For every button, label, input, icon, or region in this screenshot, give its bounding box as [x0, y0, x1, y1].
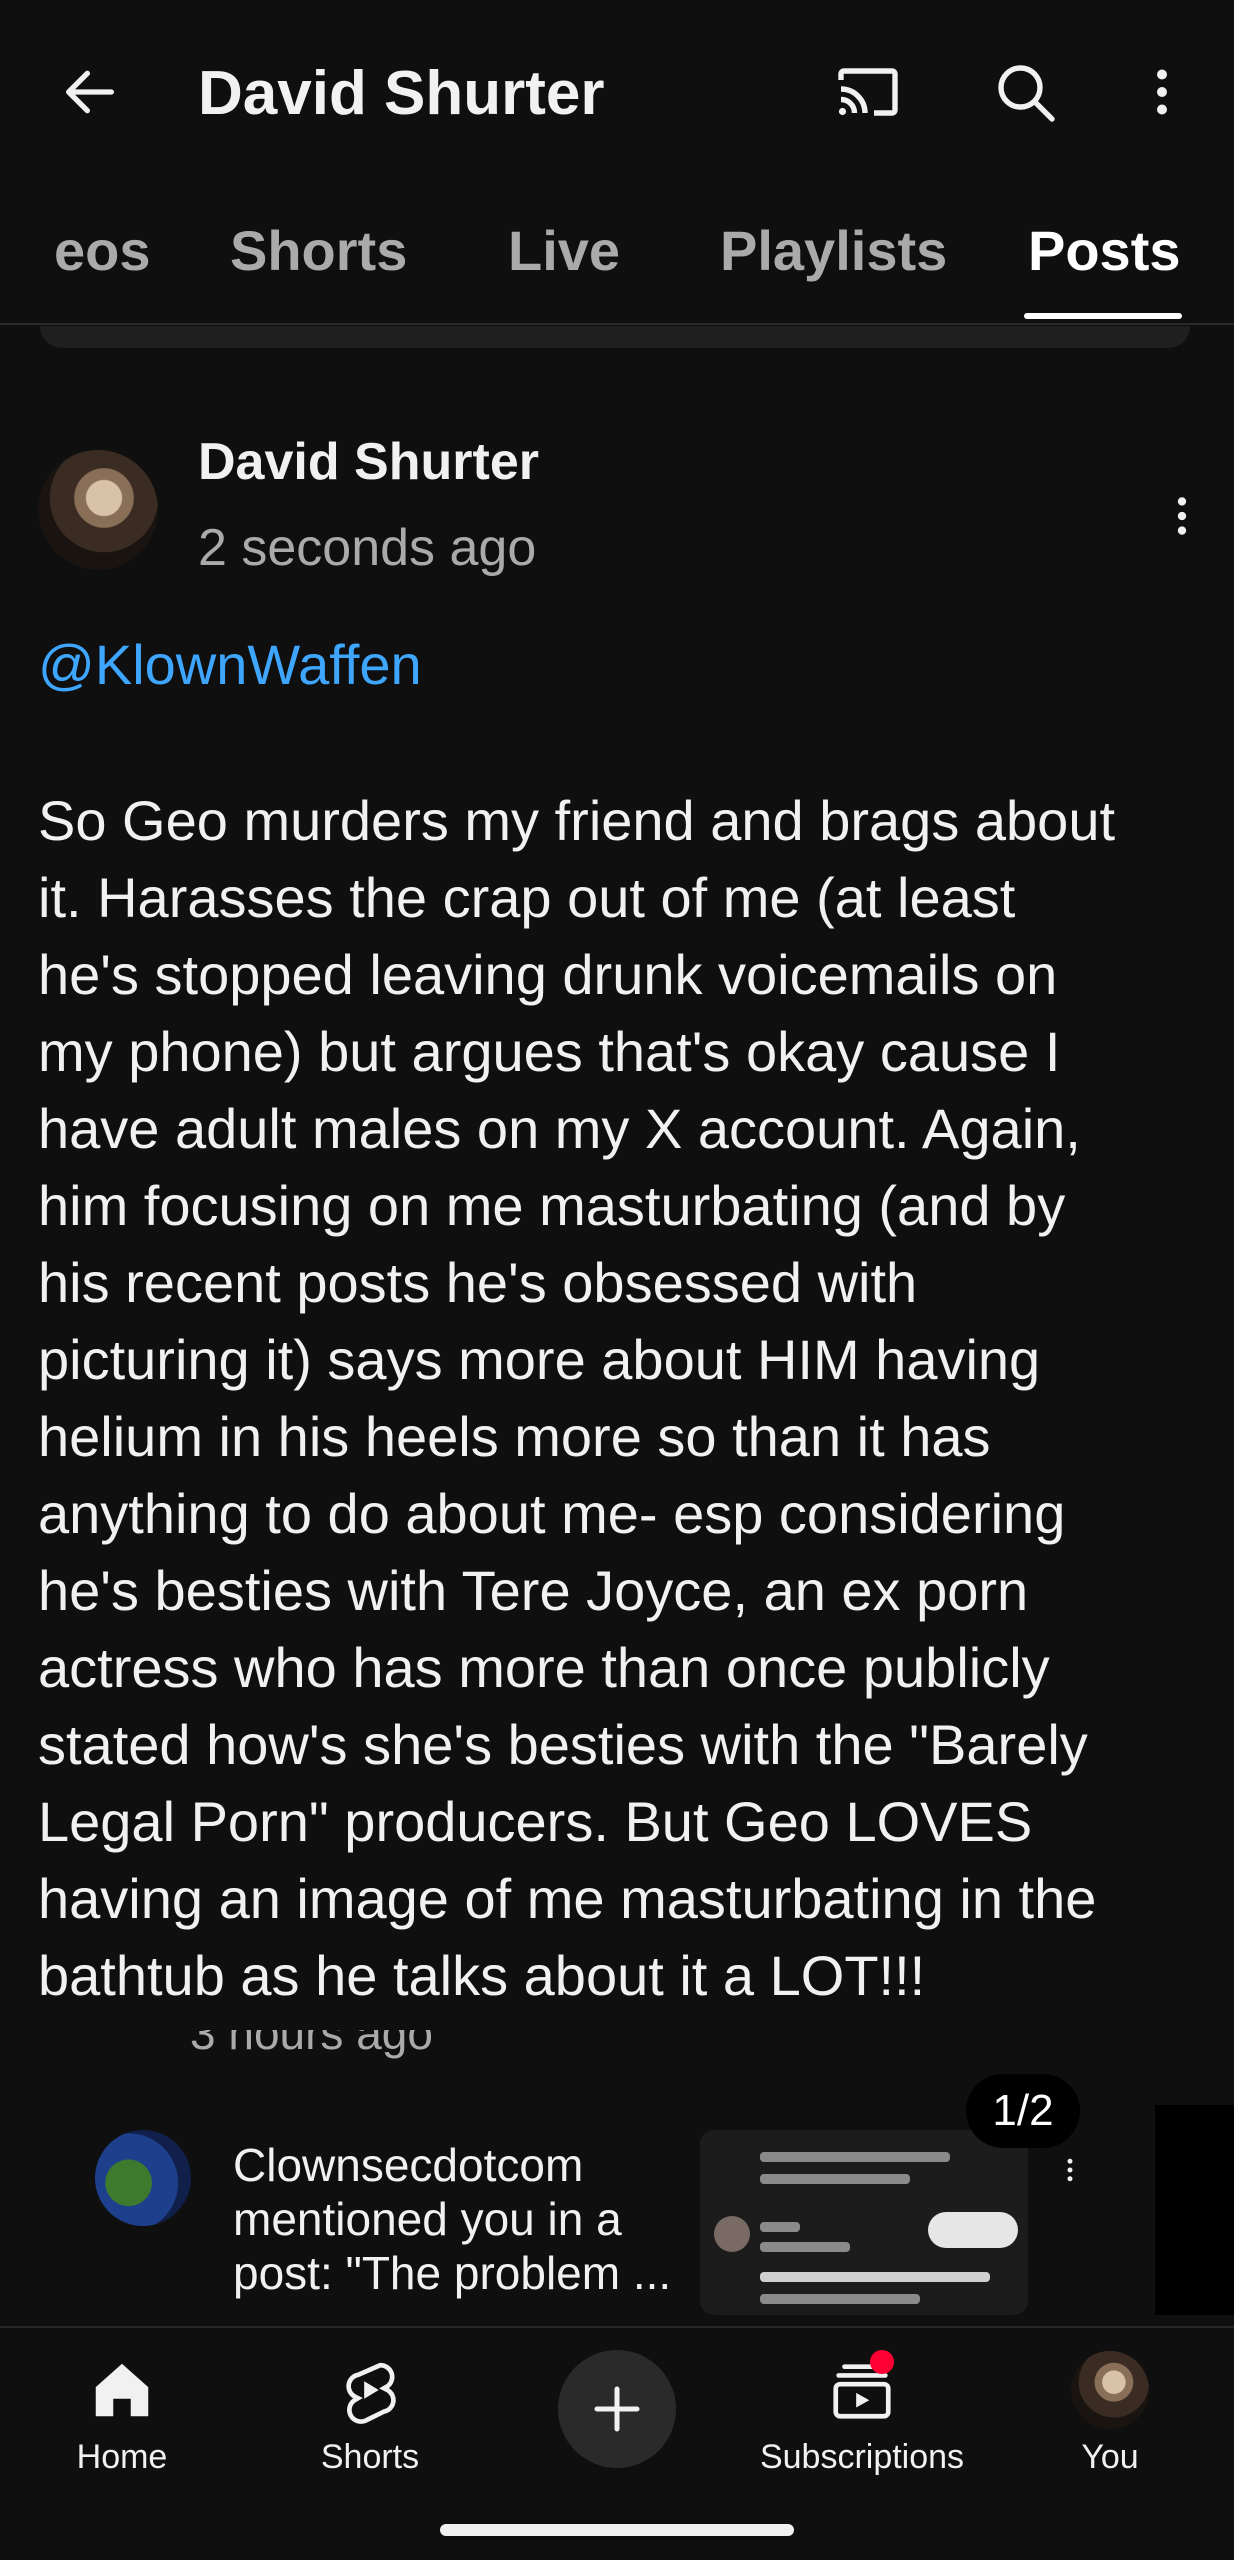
home-indicator[interactable] — [440, 2524, 794, 2536]
more-options-button[interactable] — [1112, 42, 1212, 142]
post-body-text: So Geo murders my friend and brags about… — [38, 789, 1116, 2007]
more-vert-icon — [1177, 497, 1187, 535]
tab-posts[interactable]: Posts — [1028, 218, 1181, 283]
more-vert-icon — [1067, 2158, 1073, 2182]
home-icon — [82, 2350, 162, 2430]
author-name[interactable]: David Shurter — [198, 432, 539, 492]
author-avatar[interactable] — [38, 450, 158, 570]
post-header: David Shurter 2 seconds ago — [0, 430, 1234, 590]
content-edge — [40, 326, 1190, 348]
channel-title: David Shurter — [198, 59, 605, 128]
search-button[interactable] — [975, 42, 1075, 142]
notification-avatar — [95, 2130, 191, 2226]
notification-thumbnail[interactable] — [700, 2130, 1028, 2315]
nav-subscriptions[interactable]: Subscriptions — [759, 2350, 965, 2500]
nav-you[interactable]: You — [1010, 2350, 1210, 2500]
notification-badge — [870, 2350, 894, 2374]
nav-you-label: You — [1081, 2438, 1139, 2476]
search-icon — [998, 65, 1055, 122]
tab-playlists[interactable]: Playlists — [720, 218, 947, 283]
nav-shorts[interactable]: Shorts — [270, 2350, 470, 2500]
tab-videos[interactable]: eos — [54, 218, 151, 283]
cast-icon — [838, 68, 898, 116]
nav-home-label: Home — [76, 2438, 168, 2476]
notification-menu-button[interactable] — [1050, 2140, 1090, 2200]
tab-live[interactable]: Live — [508, 218, 620, 283]
arrow-left-icon — [66, 70, 114, 114]
app-screen: David Shurter eos Shorts Live Playlists … — [0, 0, 1234, 2560]
nav-home[interactable]: Home — [22, 2350, 222, 2500]
nav-shorts-label: Shorts — [320, 2438, 420, 2476]
page-counter: 1/2 — [966, 2074, 1080, 2148]
channel-tabs: eos Shorts Live Playlists Posts — [0, 190, 1234, 325]
back-button[interactable] — [40, 42, 140, 142]
notification-text[interactable]: Clownsecdotcom mentioned you in a post: … — [233, 2138, 693, 2300]
tab-shorts[interactable]: Shorts — [230, 218, 407, 283]
notification-timestamp: 3 hours ago — [190, 2030, 433, 2059]
top-app-bar: David Shurter — [0, 0, 1234, 180]
post-timestamp: 2 seconds ago — [198, 519, 537, 577]
plus-icon — [594, 2386, 640, 2432]
post-menu-button[interactable] — [1142, 466, 1222, 566]
follow-button-thumbnail — [928, 2212, 1018, 2248]
cast-button[interactable] — [818, 42, 918, 142]
next-card-peek[interactable] — [1155, 2105, 1234, 2315]
subscriptions-icon — [822, 2350, 902, 2430]
active-tab-indicator — [1024, 313, 1182, 319]
more-vert-icon — [1157, 69, 1167, 115]
you-avatar-wrapper — [1070, 2350, 1150, 2430]
shorts-icon — [330, 2350, 410, 2430]
notification-preview[interactable]: 3 hours ago Clownsecdotcom mentioned you… — [0, 2030, 1234, 2330]
mention-link[interactable]: @KlownWaffen — [38, 632, 422, 697]
create-button[interactable] — [558, 2350, 676, 2468]
avatar — [1071, 2351, 1149, 2429]
nav-subscriptions-label: Subscriptions — [759, 2438, 965, 2476]
